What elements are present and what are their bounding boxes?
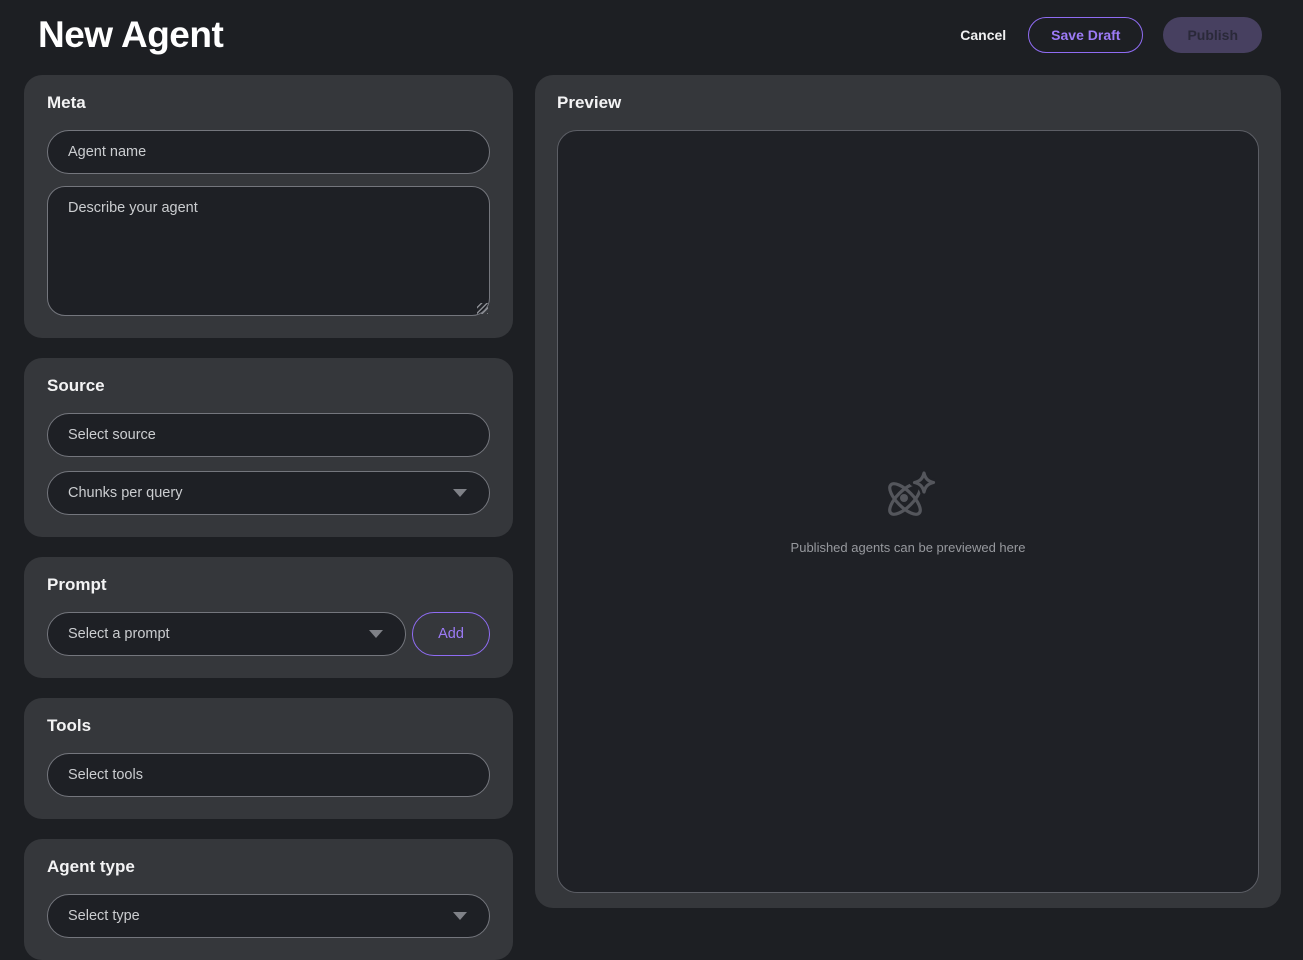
select-tools-placeholder: Select tools — [68, 767, 143, 783]
publish-button[interactable]: Publish — [1163, 17, 1262, 53]
chevron-down-icon — [453, 912, 467, 920]
source-card: Source Select source Chunks per query — [24, 358, 513, 537]
cancel-button[interactable]: Cancel — [958, 19, 1008, 51]
prompt-select-placeholder: Select a prompt — [68, 626, 170, 642]
agent-type-select[interactable]: Select type — [47, 894, 490, 938]
agent-name-input[interactable] — [47, 130, 490, 174]
tools-card: Tools Select tools — [24, 698, 513, 819]
chunks-per-query-placeholder: Chunks per query — [68, 485, 182, 501]
form-column: Meta Source Select source Chunks per que… — [24, 75, 513, 908]
preview-column: Preview — [535, 75, 1281, 908]
preview-card-title: Preview — [557, 93, 1259, 113]
atom-sparkle-icon — [880, 469, 936, 528]
main-content: Meta Source Select source Chunks per que… — [0, 75, 1303, 927]
add-prompt-button[interactable]: Add — [412, 612, 490, 656]
agent-type-card: Agent type Select type — [24, 839, 513, 960]
chevron-down-icon — [369, 630, 383, 638]
agent-type-card-title: Agent type — [47, 857, 490, 877]
select-tools-field[interactable]: Select tools — [47, 753, 490, 797]
agent-type-placeholder: Select type — [68, 908, 140, 924]
select-source-field[interactable]: Select source — [47, 413, 490, 457]
select-source-placeholder: Select source — [68, 427, 156, 443]
header-actions: Cancel Save Draft Publish — [958, 17, 1262, 53]
prompt-card-title: Prompt — [47, 575, 490, 595]
preview-panel: Published agents can be previewed here — [557, 130, 1259, 893]
prompt-card: Prompt Select a prompt Add — [24, 557, 513, 678]
prompt-select[interactable]: Select a prompt — [47, 612, 406, 656]
tools-card-title: Tools — [47, 716, 490, 736]
preview-empty-text: Published agents can be previewed here — [791, 540, 1026, 555]
meta-card-title: Meta — [47, 93, 490, 113]
page-title: New Agent — [38, 14, 223, 56]
header: New Agent Cancel Save Draft Publish — [0, 0, 1303, 75]
save-draft-button[interactable]: Save Draft — [1028, 17, 1143, 53]
preview-card: Preview — [535, 75, 1281, 908]
agent-description-wrap — [47, 186, 490, 316]
source-card-title: Source — [47, 376, 490, 396]
textarea-resize-handle[interactable] — [477, 303, 488, 314]
agent-description-textarea[interactable] — [47, 186, 490, 316]
meta-card: Meta — [24, 75, 513, 338]
chunks-per-query-select[interactable]: Chunks per query — [47, 471, 490, 515]
chevron-down-icon — [453, 489, 467, 497]
